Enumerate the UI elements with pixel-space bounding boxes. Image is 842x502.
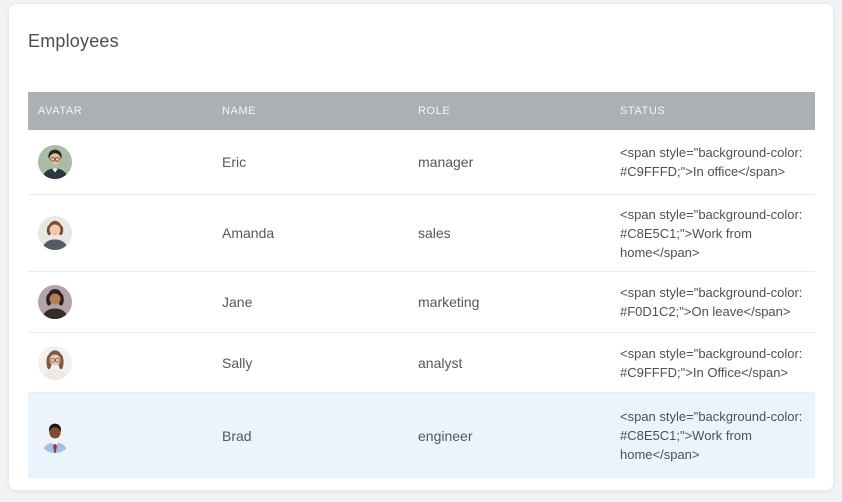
- table-row[interactable]: Eric manager <span style="background-col…: [28, 130, 815, 195]
- avatar: [38, 419, 72, 453]
- avatar-photo-icon: [38, 419, 72, 453]
- employee-name: Amanda: [212, 225, 408, 241]
- table-row[interactable]: Brad engineer <span style="background-co…: [28, 393, 815, 478]
- employee-role: engineer: [408, 428, 610, 444]
- employee-name: Eric: [212, 154, 408, 170]
- employees-table: AVATAR NAME ROLE STATUS: [28, 92, 815, 478]
- page-title: Employees: [28, 30, 815, 52]
- employee-status: <span style="background-color: #F0D1C2;"…: [610, 283, 815, 321]
- header-cell-role: ROLE: [408, 105, 610, 117]
- avatar-photo-icon: [38, 216, 72, 250]
- header-cell-name: NAME: [212, 105, 408, 117]
- employee-role: analyst: [408, 355, 610, 371]
- header-cell-status: STATUS: [610, 105, 815, 117]
- employee-name: Sally: [212, 355, 408, 371]
- header-cell-avatar: AVATAR: [28, 105, 212, 117]
- employee-name: Jane: [212, 294, 408, 310]
- employee-status: <span style="background-color: #C9FFFD;"…: [610, 344, 815, 382]
- table-row[interactable]: Jane marketing <span style="background-c…: [28, 272, 815, 333]
- avatar: [38, 145, 72, 179]
- employees-card: Employees AVATAR NAME ROLE STATUS: [8, 3, 834, 491]
- employee-role: marketing: [408, 294, 610, 310]
- employee-role: manager: [408, 154, 610, 170]
- avatar: [38, 346, 72, 380]
- table-header: AVATAR NAME ROLE STATUS: [28, 92, 815, 130]
- employee-status: <span style="background-color: #C8E5C1;"…: [610, 205, 815, 262]
- employee-name: Brad: [212, 428, 408, 444]
- table-row[interactable]: Amanda sales <span style="background-col…: [28, 195, 815, 272]
- avatar-photo-icon: [38, 145, 72, 179]
- table-row[interactable]: Sally analyst <span style="background-co…: [28, 333, 815, 393]
- avatar: [38, 216, 72, 250]
- employee-role: sales: [408, 225, 610, 241]
- avatar: [38, 285, 72, 319]
- avatar-photo-icon: [38, 346, 72, 380]
- avatar-photo-icon: [38, 285, 72, 319]
- employee-status: <span style="background-color: #C8E5C1;"…: [610, 407, 815, 464]
- employee-status: <span style="background-color: #C9FFFD;"…: [610, 143, 815, 181]
